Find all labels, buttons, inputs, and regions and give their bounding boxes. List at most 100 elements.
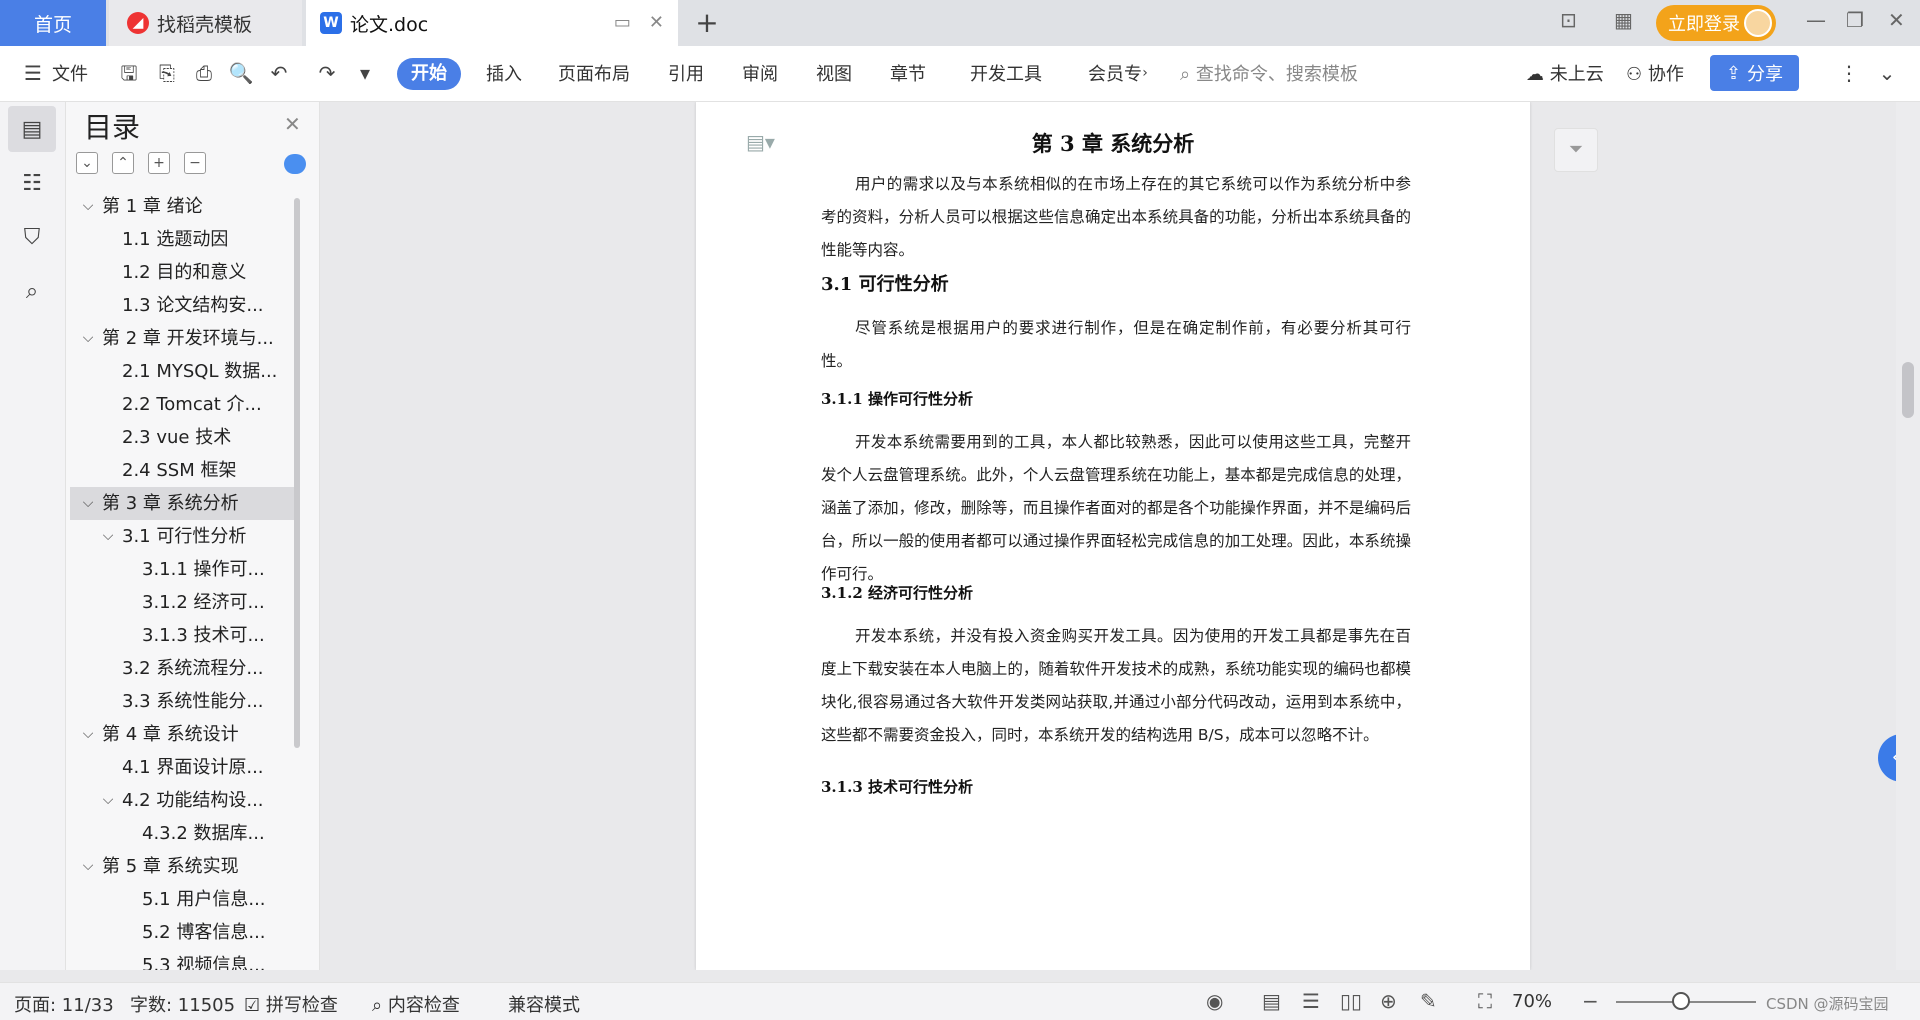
tab-insert[interactable]: 插入 — [486, 60, 522, 86]
more-options-icon[interactable]: ⋮ — [1836, 60, 1862, 86]
promote-icon[interactable]: + — [148, 152, 170, 174]
login-button[interactable]: 立即登录 — [1656, 5, 1776, 41]
toc-item[interactable]: 5.1 用户信息... — [70, 883, 298, 916]
page-count[interactable]: 页面: 11/33 — [14, 991, 114, 1017]
pen-icon[interactable]: ✎ — [1420, 989, 1437, 1013]
toc-item[interactable]: ⌵ 第 4 章 系统设计 — [70, 718, 298, 751]
tab-document[interactable]: W 论文.doc ▭ ✕ — [306, 0, 678, 46]
tab-chapter[interactable]: 章节 — [890, 60, 926, 86]
toc-item[interactable]: ⌵ 3.1 可行性分析 — [70, 520, 298, 553]
close-window-icon[interactable]: ✕ — [1888, 8, 1905, 32]
restore-icon[interactable]: ❐ — [1846, 8, 1864, 32]
undo-icon[interactable]: ↶ — [266, 60, 292, 86]
toc-scrollbar[interactable] — [294, 198, 300, 748]
toc-item[interactable]: ⌵ 第 3 章 系统分析 — [70, 487, 298, 520]
chevron-down-icon[interactable]: ⌵ — [100, 784, 116, 817]
toc-item[interactable]: 4.3.2 数据库... — [70, 817, 298, 850]
cloud-status[interactable]: ☁ 未上云 — [1526, 60, 1604, 86]
reading-view-icon[interactable]: ▯▯ — [1340, 989, 1362, 1013]
tab-review[interactable]: 审阅 — [742, 60, 778, 86]
spellcheck-button[interactable]: ☑ 拼写检查 — [244, 991, 338, 1017]
toc-item[interactable]: 5.3 视频信息... — [70, 949, 298, 970]
tab-home[interactable]: 首页 — [0, 0, 106, 46]
navigation-pane-icon[interactable]: ☷ — [8, 160, 56, 206]
toc-item[interactable]: ⌵ 第 2 章 开发环境与... — [70, 322, 298, 355]
toc-item[interactable]: 3.3 系统性能分... — [70, 685, 298, 718]
print-icon[interactable]: ⎙ — [191, 60, 217, 86]
file-menu[interactable]: 文件 — [52, 60, 88, 86]
close-tab-icon[interactable]: ✕ — [649, 12, 664, 33]
collab-button[interactable]: ⚇ 协作 — [1626, 60, 1684, 86]
word-count[interactable]: 字数: 11505 — [130, 991, 235, 1017]
save-icon[interactable]: 🖫 — [116, 60, 142, 86]
tab-page-layout[interactable]: 页面布局 — [558, 60, 630, 86]
content-check-button[interactable]: ⌕ 内容检查 — [372, 991, 460, 1017]
toc-item[interactable]: 5.2 博客信息... — [70, 916, 298, 949]
redo-icon[interactable]: ↷ — [314, 60, 340, 86]
toc-item[interactable]: 2.4 SSM 框架 — [70, 454, 298, 487]
web-view-icon[interactable]: ⊕ — [1380, 989, 1397, 1013]
toc-item-label: 2.1 MYSQL 数据... — [122, 361, 278, 382]
zoom-level[interactable]: 70% — [1512, 991, 1552, 1012]
toc-panel-icon[interactable]: ▤ — [8, 106, 56, 152]
chevron-down-icon[interactable]: ⌵ — [80, 487, 96, 520]
toc-item[interactable]: ⌵ 第 1 章 绪论 — [70, 190, 298, 223]
print-preview-icon[interactable]: 🔍 — [228, 60, 254, 86]
tab-start[interactable]: 开始 — [397, 58, 461, 90]
tab-templates[interactable]: ◢ 找稻壳模板 — [109, 0, 302, 46]
export-pdf-icon[interactable]: ⎘ — [154, 60, 180, 86]
close-toc-icon[interactable]: ✕ — [284, 112, 301, 136]
ai-assistant-icon[interactable] — [284, 154, 306, 174]
toc-item[interactable]: 2.1 MYSQL 数据... — [70, 355, 298, 388]
chevron-down-icon[interactable]: ⌵ — [100, 520, 116, 553]
more-tabs-icon[interactable]: › — [1132, 60, 1158, 86]
toc-item[interactable]: 2.3 vue 技术 — [70, 421, 298, 454]
chevron-down-icon[interactable]: ⌵ — [80, 850, 96, 883]
eye-protection-icon[interactable]: ◉ — [1206, 989, 1223, 1013]
toc-item[interactable]: 1.1 选题动因 — [70, 223, 298, 256]
new-tab-button[interactable]: + — [690, 6, 724, 40]
apps-grid-icon[interactable]: ▦ — [1614, 8, 1633, 32]
page-view-icon[interactable]: ▤ — [1262, 989, 1281, 1013]
tab-references[interactable]: 引用 — [668, 60, 704, 86]
fit-page-icon[interactable]: ⛶ — [1478, 989, 1492, 1013]
demote-icon[interactable]: − — [184, 152, 206, 174]
toc-item-label: 3.1.3 技术可... — [142, 625, 265, 646]
quick-access-dropdown-icon[interactable]: ▾ — [352, 60, 378, 86]
scrollbar-thumb[interactable] — [1902, 362, 1914, 418]
command-search[interactable]: ⌕ 查找命令、搜索模板 — [1180, 60, 1358, 86]
zoom-out-icon[interactable]: − — [1582, 989, 1599, 1013]
toc-item[interactable]: 1.3 论文结构安... — [70, 289, 298, 322]
collapse-ribbon-icon[interactable]: ⌄ — [1874, 60, 1900, 86]
filter-icon[interactable]: ⏷ — [1554, 128, 1598, 172]
toc-item[interactable]: 3.1.3 技术可... — [70, 619, 298, 652]
vertical-scrollbar[interactable] — [1896, 102, 1920, 970]
bookmark-icon[interactable]: ⛉ — [8, 214, 56, 260]
present-icon[interactable]: ▭ — [614, 12, 631, 33]
minimize-icon[interactable]: — — [1806, 8, 1826, 32]
tab-developer[interactable]: 开发工具 — [970, 60, 1042, 86]
menu-icon[interactable]: ☰ — [20, 60, 46, 86]
share-button[interactable]: ⇪ 分享 — [1710, 55, 1799, 91]
tab-view[interactable]: 视图 — [816, 60, 852, 86]
chevron-down-icon[interactable]: ⌵ — [80, 322, 96, 355]
toc-item[interactable]: 3.2 系统流程分... — [70, 652, 298, 685]
toc-item[interactable]: 2.2 Tomcat 介... — [70, 388, 298, 421]
zoom-slider-handle[interactable] — [1672, 992, 1690, 1010]
toc-item[interactable]: 4.1 界面设计原... — [70, 751, 298, 784]
toc-item[interactable]: 1.2 目的和意义 — [70, 256, 298, 289]
compat-mode: 兼容模式 — [508, 995, 580, 1016]
toc-item[interactable]: ⌵ 4.2 功能结构设... — [70, 784, 298, 817]
toc-item[interactable]: ⌵ 第 5 章 系统实现 — [70, 850, 298, 883]
toc-item[interactable]: 3.1.2 经济可... — [70, 586, 298, 619]
expand-all-icon[interactable]: ⌄ — [76, 152, 98, 174]
toc-panel: 目录 ✕ ⌄ ⌃ + − ⌵ 第 1 章 绪论 1.1 选题动因 1.2 目的和意义 1… — [66, 102, 320, 970]
toc-item[interactable]: 3.1.1 操作可... — [70, 553, 298, 586]
chevron-down-icon[interactable]: ⌵ — [80, 190, 96, 223]
outline-view-icon[interactable]: ☰ — [1302, 989, 1320, 1013]
chevron-down-icon[interactable]: ⌵ — [80, 718, 96, 751]
layout-icon[interactable]: ⊡ — [1560, 8, 1577, 32]
collapse-all-icon[interactable]: ⌃ — [112, 152, 134, 174]
paragraph-3-1-1: 开发本系统需要用到的工具，本人都比较熟悉，因此可以使用这些工具，完整开发个人云盘… — [821, 433, 1411, 583]
find-icon[interactable]: ⌕ — [8, 268, 56, 314]
